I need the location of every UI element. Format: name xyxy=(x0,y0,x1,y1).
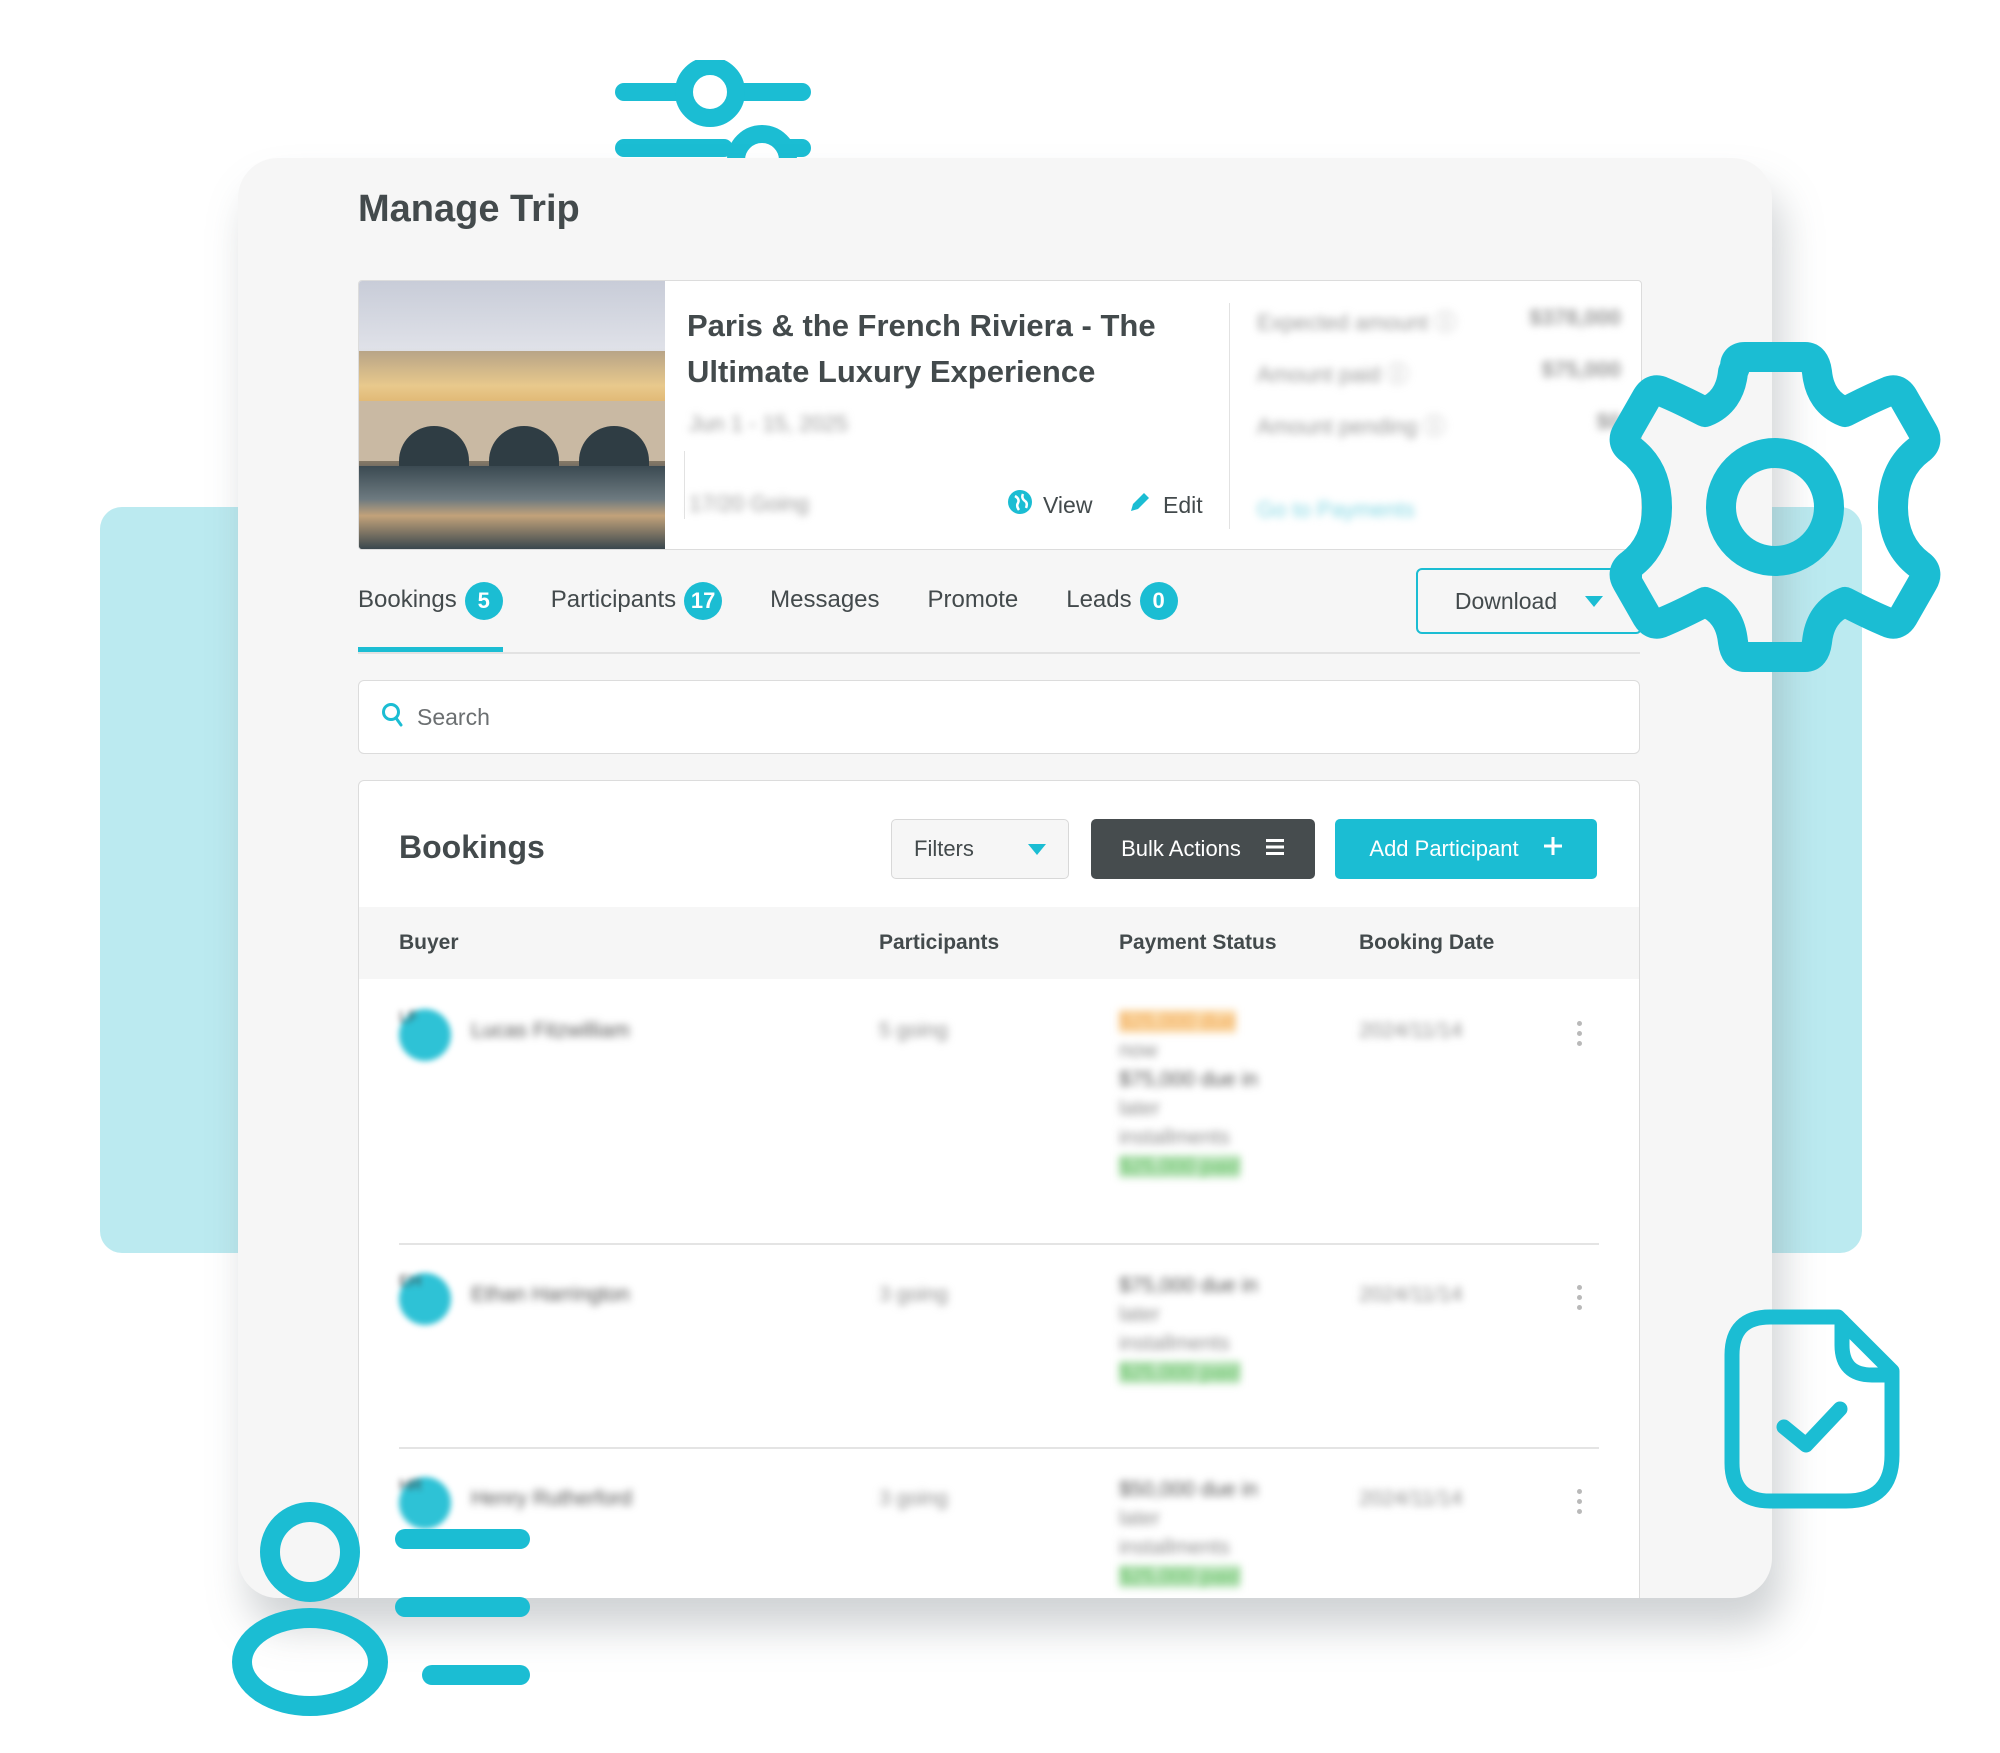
column-header-buyer[interactable]: Buyer xyxy=(399,931,459,955)
trip-going-count: 17/20 Going xyxy=(689,491,809,516)
participants-count: 5 going xyxy=(879,1019,948,1042)
buyer-name: Ethan Harrington xyxy=(471,1283,630,1306)
stat-expected-amount: Expected amount ⓘ $378,000 xyxy=(1257,305,1621,335)
user-list-icon xyxy=(228,1490,538,1720)
filters-dropdown[interactable]: Filters xyxy=(891,819,1069,879)
avatar: EH xyxy=(399,1273,451,1325)
table-row[interactable]: LF Lucas Fitzwilliam 5 going $25,000 due… xyxy=(359,979,1639,1243)
buyer-name: Lucas Fitzwilliam xyxy=(471,1019,630,1042)
avatar: LF xyxy=(399,1009,451,1061)
column-header-booking-date[interactable]: Booking Date xyxy=(1359,931,1494,955)
table-row[interactable]: EH Ethan Harrington 3 going $75,000 due … xyxy=(359,1245,1639,1447)
stat-amount-pending: Amount pending ⓘ $0 xyxy=(1257,409,1621,439)
document-check-icon xyxy=(1720,1305,1910,1515)
booking-date: 2024/11/14 xyxy=(1359,1019,1463,1042)
chevron-down-icon xyxy=(1585,595,1604,607)
tab-messages[interactable]: Messages xyxy=(770,578,879,652)
tab-leads[interactable]: Leads 0 xyxy=(1066,578,1178,652)
booking-date: 2024/11/14 xyxy=(1359,1487,1463,1510)
payment-status: $50,000 due in later installments $25,00… xyxy=(1119,1478,1258,1588)
trip-payment-stats: Expected amount ⓘ $378,000 Amount paid ⓘ $… xyxy=(1257,305,1621,461)
trip-cover-image xyxy=(359,281,665,549)
bulk-actions-button[interactable]: Bulk Actions xyxy=(1091,819,1315,879)
bookings-count-badge: 5 xyxy=(464,582,503,620)
search-input[interactable] xyxy=(415,702,1599,732)
participants-count-badge: 17 xyxy=(684,582,723,620)
trip-dates: Jun 1 - 15, 2025 xyxy=(689,411,849,436)
gear-icon xyxy=(1605,342,1945,672)
column-header-payment-status[interactable]: Payment Status xyxy=(1119,931,1277,955)
divider xyxy=(1229,303,1230,529)
plus-icon xyxy=(1543,836,1563,862)
menu-icon xyxy=(1265,836,1285,862)
divider xyxy=(684,451,685,519)
page-title: Manage Trip xyxy=(358,188,580,230)
participants-count: 3 going xyxy=(879,1283,948,1306)
bookings-heading: Bookings xyxy=(399,829,545,865)
trip-tabs: Bookings 5 Participants 17 Messages Promot… xyxy=(358,578,1178,652)
edit-trip-button[interactable]: Edit xyxy=(1127,489,1203,521)
tabs-divider xyxy=(358,652,1640,654)
search-bar xyxy=(358,680,1640,754)
chevron-down-icon xyxy=(1028,843,1046,855)
bookings-panel: Bookings Filters Bulk Actions Add Partic… xyxy=(358,780,1640,1598)
more-options-icon[interactable] xyxy=(1577,1021,1583,1051)
table-header: Buyer Participants Payment Status Bookin… xyxy=(359,907,1639,979)
go-to-payments-link[interactable]: Go to Payments xyxy=(1257,497,1415,523)
search-icon xyxy=(381,702,405,733)
more-options-icon[interactable] xyxy=(1577,1285,1583,1315)
view-trip-button[interactable]: View xyxy=(1007,489,1092,521)
pencil-icon xyxy=(1127,489,1153,521)
sliders-icon xyxy=(612,60,812,160)
tab-promote[interactable]: Promote xyxy=(928,578,1019,652)
trip-title: Paris & the French Riviera - The Ultimat… xyxy=(687,308,1156,389)
table-row[interactable]: HR Henry Rutherford 3 going $50,000 due … xyxy=(359,1449,1639,1598)
leads-count-badge: 0 xyxy=(1139,582,1178,620)
booking-date: 2024/11/14 xyxy=(1359,1283,1463,1306)
participants-count: 3 going xyxy=(879,1487,948,1510)
more-options-icon[interactable] xyxy=(1577,1489,1583,1519)
tab-bookings[interactable]: Bookings 5 xyxy=(358,578,503,652)
payment-status: $75,000 due in later installments $25,00… xyxy=(1119,1274,1258,1384)
column-header-participants[interactable]: Participants xyxy=(879,931,999,955)
manage-trip-window: Manage Trip Paris & the French Riviera -… xyxy=(238,158,1772,1598)
stat-amount-paid: Amount paid ⓘ $75,000 xyxy=(1257,357,1621,387)
payment-status: $25,000 due now $75,000 due in later ins… xyxy=(1119,1010,1258,1178)
add-participant-button[interactable]: Add Participant xyxy=(1335,819,1597,879)
trip-summary-card: Paris & the French Riviera - The Ultimat… xyxy=(358,280,1642,550)
globe-icon xyxy=(1007,489,1033,521)
tab-participants[interactable]: Participants 17 xyxy=(551,578,723,652)
